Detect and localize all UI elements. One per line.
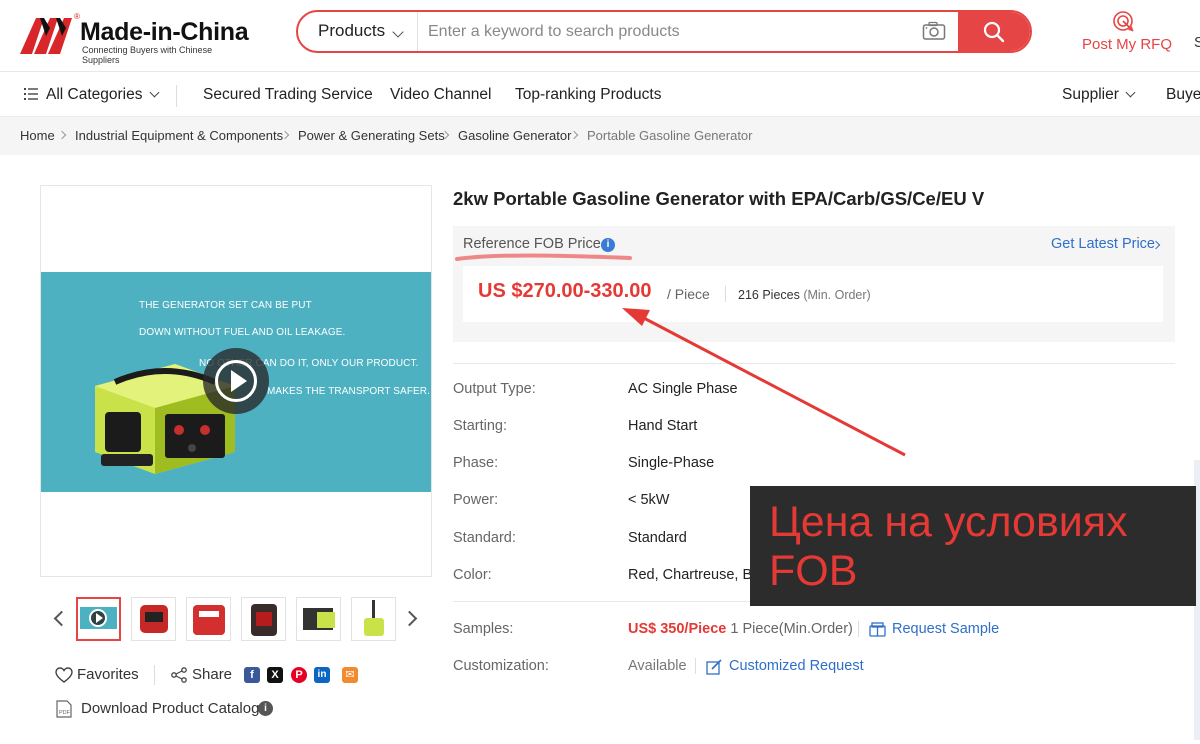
breadcrumb-gasoline-generator[interactable]: Gasoline Generator: [458, 128, 571, 143]
annotation-box: Цена на условиях FOB: [750, 486, 1196, 606]
annotation-text: Цена на условиях FOB: [769, 498, 1128, 595]
product-video[interactable]: THE GENERATOR SET CAN BE PUT DOWN WITHOU…: [41, 272, 431, 492]
attr-key-power: Power:: [453, 492, 499, 508]
nav-divider: [176, 85, 177, 107]
thumbnail-video[interactable]: [76, 597, 121, 641]
breadcrumb-power-sets[interactable]: Power & Generating Sets: [298, 128, 445, 143]
thumbnail-strip: [46, 597, 426, 643]
get-latest-price-link[interactable]: Get Latest Price: [1051, 236, 1155, 252]
pinterest-icon[interactable]: P: [291, 667, 307, 683]
samples-divider: [858, 621, 859, 637]
attr-key-standard: Standard:: [453, 530, 516, 546]
supplier-label: Supplier: [1062, 86, 1119, 103]
price-info-icon[interactable]: i: [601, 238, 615, 252]
samples-value: US$ 350/Piece 1 Piece(Min.Order): [628, 621, 853, 637]
customization-divider: [695, 658, 696, 674]
facebook-icon[interactable]: f: [244, 667, 260, 683]
hero-text-line: DOWN WITHOUT FUEL AND OIL LEAKAGE.: [139, 327, 346, 338]
customization-key: Customization:: [453, 658, 549, 674]
search-category-label: Products: [318, 21, 386, 40]
chevron-down-icon: [392, 26, 404, 38]
hero-text-line: MAKES THE TRANSPORT SAFER.: [267, 386, 431, 397]
breadcrumb-chevron-icon: [57, 130, 67, 140]
search-icon: [983, 21, 1005, 43]
share-label: Share: [192, 666, 233, 683]
info-icon[interactable]: i: [258, 701, 273, 716]
request-sample-icon: [869, 622, 886, 637]
favorites-button[interactable]: Favorites: [77, 666, 139, 683]
breadcrumb-industrial-equipment[interactable]: Industrial Equipment & Components: [75, 128, 283, 143]
annotation-arrow: [622, 308, 906, 457]
all-categories-label: All Categories: [46, 86, 143, 103]
attr-value-standard: Standard: [628, 530, 687, 546]
supplier-menu[interactable]: Supplier: [1062, 86, 1136, 104]
breadcrumb-current: Portable Gasoline Generator: [587, 128, 753, 143]
list-icon: [24, 88, 38, 100]
thumbnail-red-generator-2[interactable]: [186, 597, 231, 641]
site-header: ® Made-in-China Connecting Buyers with C…: [0, 0, 1200, 72]
attr-key-starting: Starting:: [453, 418, 507, 434]
request-sample-link[interactable]: Request Sample: [892, 621, 999, 637]
rfq-target-icon: [1113, 11, 1134, 32]
nav-secured-trading[interactable]: Secured Trading Service: [203, 86, 373, 104]
sample-qty: 1 Piece(Min.Order): [730, 621, 853, 637]
chevron-down-icon: [149, 87, 159, 98]
sample-price: US$ 350/Piece: [628, 621, 727, 637]
nav-video-channel[interactable]: Video Channel: [390, 86, 491, 104]
chevron-down-icon: [1125, 87, 1136, 98]
buyer-menu[interactable]: Buyer: [1166, 86, 1200, 104]
actions-divider: [154, 665, 155, 685]
thumbnail-trolley-generator[interactable]: [351, 597, 396, 641]
rfq-label: Post My RFQ: [1082, 36, 1173, 53]
price-label: Reference FOB Price: [463, 236, 601, 252]
search-input[interactable]: [428, 12, 908, 51]
logo-tagline: Connecting Buyers with Chinese Suppliers: [82, 45, 213, 65]
breadcrumb: Home Industrial Equipment & Components P…: [0, 117, 1200, 155]
search-bar: Products: [296, 10, 1032, 53]
attr-key-output-type: Output Type:: [453, 381, 536, 397]
customization-value: Available: [628, 658, 687, 674]
logo-name: Made-in-China: [80, 18, 249, 46]
share-icon: [171, 667, 187, 683]
search-category-dropdown[interactable]: Products: [298, 12, 418, 51]
heart-icon: [55, 667, 73, 683]
x-icon[interactable]: X: [267, 667, 283, 683]
attr-key-color: Color:: [453, 567, 492, 583]
logo-mark-icon: [20, 18, 72, 54]
attr-key-phase: Phase:: [453, 455, 499, 471]
thumbnail-red-generator[interactable]: [131, 597, 176, 641]
thumbnail-dark-generator[interactable]: [241, 597, 286, 641]
header-cut-link[interactable]: S: [1194, 34, 1200, 51]
thumbnail-green-generator[interactable]: [296, 597, 341, 641]
all-categories-menu[interactable]: All Categories: [24, 86, 159, 104]
site-logo[interactable]: ® Made-in-China Connecting Buyers with C…: [20, 12, 250, 65]
linkedin-icon[interactable]: in: [314, 667, 330, 683]
nav-top-ranking[interactable]: Top-ranking Products: [515, 86, 661, 104]
product-gallery: THE GENERATOR SET CAN BE PUT DOWN WITHOU…: [40, 185, 432, 577]
pdf-icon: PDF: [56, 700, 72, 718]
email-icon[interactable]: ✉: [342, 667, 358, 683]
post-rfq-link[interactable]: Post My RFQ: [1078, 10, 1178, 60]
hero-text-line: THE GENERATOR SET CAN BE PUT: [139, 300, 312, 311]
customized-request-link[interactable]: Customized Request: [729, 658, 864, 674]
search-button[interactable]: [958, 12, 1030, 51]
edit-icon: [706, 659, 722, 675]
play-icon: [231, 370, 247, 392]
camera-icon[interactable]: [922, 21, 946, 41]
samples-key: Samples:: [453, 621, 514, 637]
attr-value-power: < 5kW: [628, 492, 670, 508]
product-title: 2kw Portable Gasoline Generator with EPA…: [453, 188, 985, 209]
main-nav: All Categories Secured Trading Service V…: [0, 73, 1200, 117]
annotation-underline: [455, 253, 632, 261]
thumb-next-icon[interactable]: [401, 610, 418, 627]
download-catalog-link[interactable]: Download Product Catalog: [81, 700, 259, 717]
play-button[interactable]: [203, 348, 269, 414]
thumb-prev-icon[interactable]: [53, 610, 70, 627]
breadcrumb-home[interactable]: Home: [20, 128, 55, 143]
svg-text:PDF: PDF: [59, 710, 71, 716]
